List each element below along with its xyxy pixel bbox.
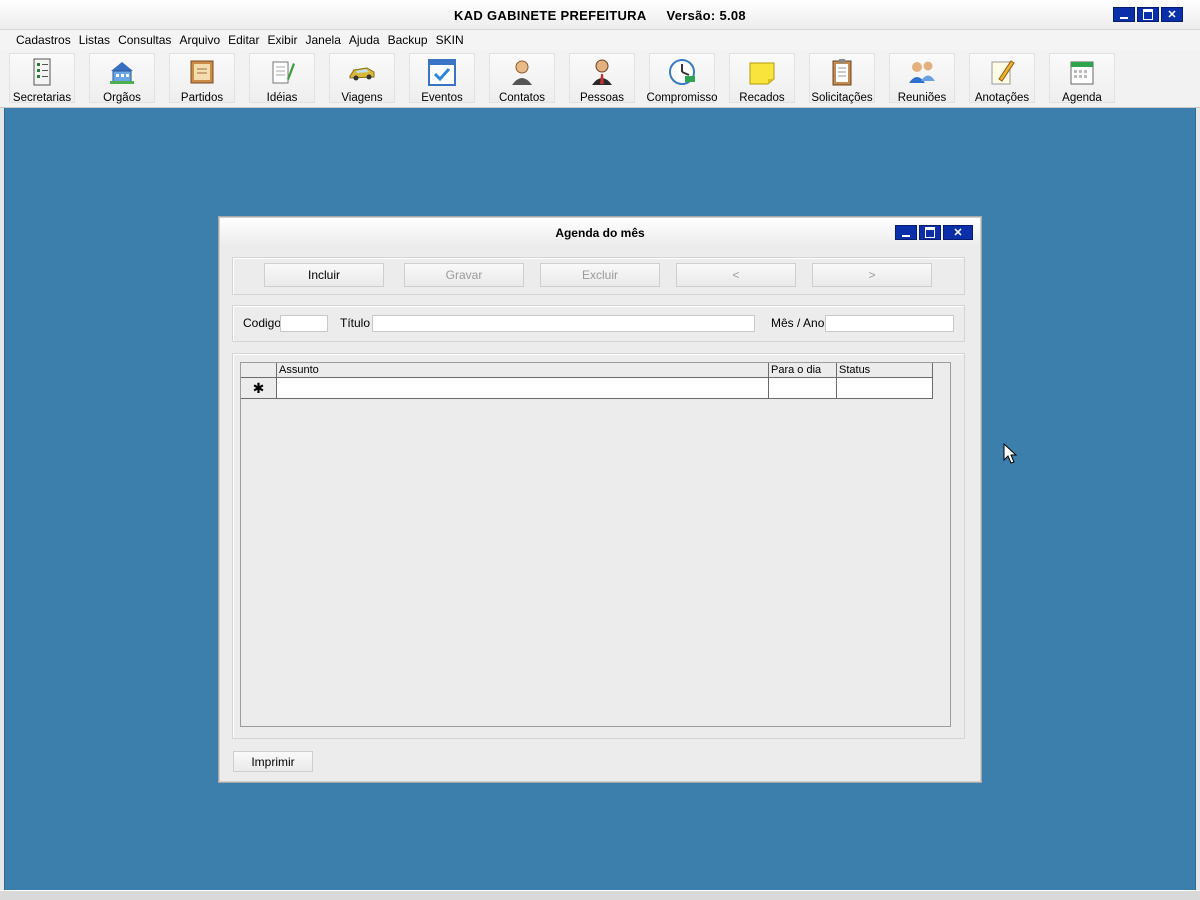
menu-consultas[interactable]: Consultas xyxy=(118,33,171,47)
menu-backup[interactable]: Backup xyxy=(388,33,428,47)
previous-button[interactable]: < xyxy=(676,263,796,287)
column-assunto[interactable]: Assunto xyxy=(277,363,769,377)
toolbar-label: Solicitações xyxy=(811,92,873,104)
main-window-controls xyxy=(1113,7,1183,22)
menu-janela[interactable]: Janela xyxy=(306,33,341,47)
imprimir-button[interactable]: Imprimir xyxy=(233,751,313,772)
titulo-input[interactable] xyxy=(372,315,755,332)
main-close-button[interactable] xyxy=(1161,7,1183,22)
toolbar-contatos-button[interactable]: Contatos xyxy=(489,53,555,104)
clock-icon xyxy=(667,57,697,87)
mouse-cursor-icon xyxy=(1003,442,1019,465)
main-maximize-button[interactable] xyxy=(1137,7,1159,22)
menu-listas[interactable]: Listas xyxy=(79,33,110,47)
menu-bar: Cadastros Listas Consultas Arquivo Edita… xyxy=(0,30,1200,50)
mes-ano-input[interactable] xyxy=(825,315,954,332)
app-version: Versão: 5.08 xyxy=(666,8,746,23)
people-group-icon xyxy=(907,57,937,87)
dialog-minimize-button[interactable] xyxy=(895,225,917,240)
toolbar-label: Reuniões xyxy=(897,92,947,104)
toolbar-label: Contatos xyxy=(498,92,546,104)
agenda-grid[interactable]: Assunto Para o dia Status ✱ xyxy=(240,362,951,727)
toolbar-label: Pessoas xyxy=(579,92,625,104)
window-frame-right xyxy=(1196,108,1200,890)
cell-status[interactable] xyxy=(837,378,933,398)
main-titlebar: KAD GABINETE PREFEITURA Versão: 5.08 xyxy=(0,0,1200,30)
toolbar-ideias-button[interactable]: Idéias xyxy=(249,53,315,104)
new-row-indicator: ✱ xyxy=(241,378,277,398)
next-button[interactable]: > xyxy=(812,263,932,287)
toolbar-label: Viagens xyxy=(341,92,383,104)
cell-para-o-dia[interactable] xyxy=(769,378,837,398)
toolbar-agenda-button[interactable]: Agenda xyxy=(1049,53,1115,104)
toolbar-viagens-button[interactable]: Viagens xyxy=(329,53,395,104)
toolbar-compromisso-button[interactable]: Compromisso xyxy=(646,53,718,104)
toolbar-solicitacoes-button[interactable]: Solicitações xyxy=(809,53,875,104)
toolbar-label: Compromisso xyxy=(646,92,718,104)
dialog-titlebar: Agenda do mês xyxy=(220,218,980,246)
car-icon xyxy=(347,57,377,87)
buildings-icon xyxy=(107,57,137,87)
gravar-button[interactable]: Gravar xyxy=(404,263,524,287)
app-title-area: KAD GABINETE PREFEITURA Versão: 5.08 xyxy=(0,8,1200,23)
checklist-icon xyxy=(27,57,57,87)
toolbar-label: Eventos xyxy=(421,92,463,104)
sticky-note-icon xyxy=(747,57,777,87)
dialog-window-controls xyxy=(895,225,973,240)
toolbar-label: Partidos xyxy=(180,92,224,104)
toolbar-label: Orgãos xyxy=(103,92,141,104)
incluir-button[interactable]: Incluir xyxy=(264,263,384,287)
grid-header: Assunto Para o dia Status xyxy=(241,363,933,378)
excluir-button[interactable]: Excluir xyxy=(540,263,660,287)
toolbar-recados-button[interactable]: Recados xyxy=(729,53,795,104)
toolbar-label: Idéias xyxy=(266,92,298,104)
menu-arquivo[interactable]: Arquivo xyxy=(179,33,220,47)
person-icon xyxy=(507,57,537,87)
menu-ajuda[interactable]: Ajuda xyxy=(349,33,380,47)
businessman-icon xyxy=(587,57,617,87)
window-frame-bottom xyxy=(0,890,1200,900)
app-title: KAD GABINETE PREFEITURA xyxy=(454,8,647,23)
dialog-maximize-button[interactable] xyxy=(919,225,941,240)
clipboard-icon xyxy=(827,57,857,87)
note-pencil-icon xyxy=(987,57,1017,87)
menu-skin[interactable]: SKIN xyxy=(436,33,464,47)
main-minimize-button[interactable] xyxy=(1113,7,1135,22)
toolbar-reunioes-button[interactable]: Reuniões xyxy=(889,53,955,104)
grid-header-indicator xyxy=(241,363,277,377)
menu-exibir[interactable]: Exibir xyxy=(267,33,297,47)
toolbar-partidos-button[interactable]: Partidos xyxy=(169,53,235,104)
certificate-icon xyxy=(187,57,217,87)
dialog-close-button[interactable] xyxy=(943,225,973,240)
column-para-o-dia[interactable]: Para o dia xyxy=(769,363,837,377)
titulo-label: Título xyxy=(340,316,371,330)
notepad-pencil-icon xyxy=(267,57,297,87)
toolbar-pessoas-button[interactable]: Pessoas xyxy=(569,53,635,104)
toolbar-orgaos-button[interactable]: Orgãos xyxy=(89,53,155,104)
codigo-input[interactable] xyxy=(280,315,328,332)
calendar-check-icon xyxy=(427,57,457,87)
main-toolbar: Secretarias Orgãos Partidos Idéias Viage… xyxy=(0,50,1200,108)
table-row[interactable]: ✱ xyxy=(241,378,933,399)
toolbar-eventos-button[interactable]: Eventos xyxy=(409,53,475,104)
column-status[interactable]: Status xyxy=(837,363,933,377)
toolbar-label: Anotações xyxy=(974,92,1030,104)
menu-editar[interactable]: Editar xyxy=(228,33,259,47)
toolbar-label: Secretarias xyxy=(12,92,72,104)
menu-cadastros[interactable]: Cadastros xyxy=(16,33,71,47)
cell-assunto[interactable] xyxy=(277,378,769,398)
dialog-title: Agenda do mês xyxy=(555,226,645,240)
agenda-icon xyxy=(1067,57,1097,87)
toolbar-label: Agenda xyxy=(1062,92,1102,104)
toolbar-secretarias-button[interactable]: Secretarias xyxy=(9,53,75,104)
mes-ano-label: Mês / Ano xyxy=(771,316,825,330)
codigo-label: Codigo xyxy=(243,316,282,330)
toolbar-anotacoes-button[interactable]: Anotações xyxy=(969,53,1035,104)
toolbar-label: Recados xyxy=(739,92,785,104)
